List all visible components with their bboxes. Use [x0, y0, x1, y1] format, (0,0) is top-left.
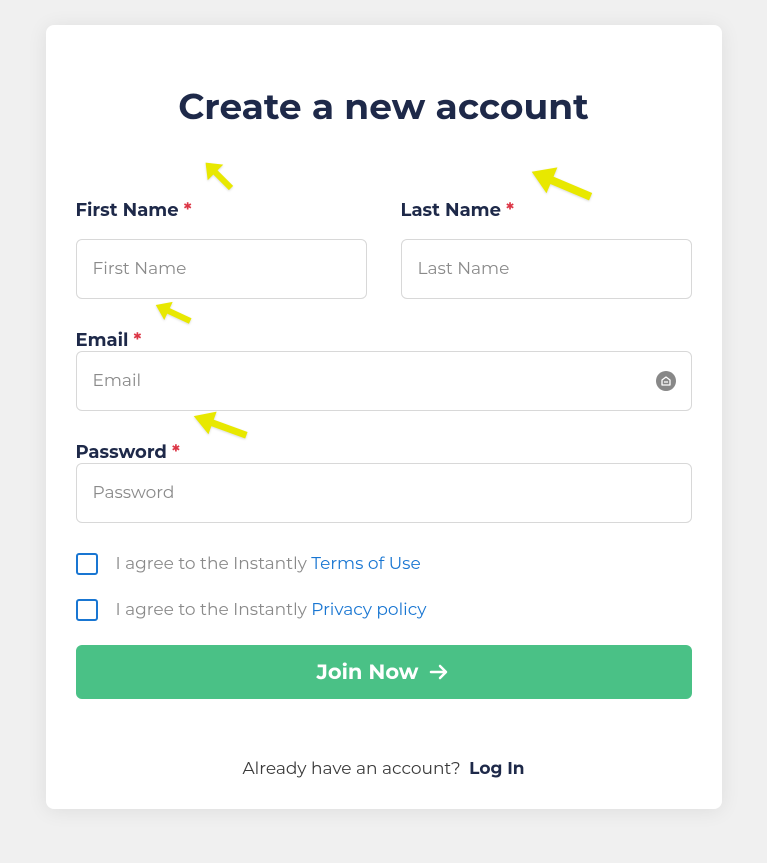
terms-checkbox-row: I agree to the Instantly Terms of Use	[76, 553, 692, 575]
last-name-label: Last Name *	[401, 199, 692, 221]
required-asterisk: *	[506, 199, 514, 221]
page-title: Create a new account	[76, 85, 692, 129]
required-asterisk: *	[172, 441, 180, 463]
privacy-text: I agree to the Instantly Privacy policy	[116, 600, 427, 620]
privacy-checkbox[interactable]	[76, 599, 98, 621]
terms-checkbox[interactable]	[76, 553, 98, 575]
footer: Already have an account? Log In	[76, 759, 692, 779]
signup-card: Create a new account First Name *	[46, 25, 722, 809]
privacy-link[interactable]: Privacy policy	[311, 600, 426, 620]
required-asterisk: *	[184, 199, 192, 221]
annotation-arrow-icon	[194, 151, 244, 201]
privacy-checkbox-row: I agree to the Instantly Privacy policy	[76, 599, 692, 621]
last-name-input[interactable]	[401, 239, 692, 299]
first-name-label: First Name *	[76, 199, 367, 221]
required-asterisk: *	[134, 329, 142, 351]
login-link[interactable]: Log In	[469, 759, 524, 779]
join-now-button[interactable]: Join Now	[76, 645, 692, 699]
email-label: Email *	[76, 329, 142, 351]
autofill-icon	[656, 371, 676, 391]
arrow-right-icon	[428, 661, 450, 683]
first-name-field: First Name *	[76, 199, 367, 299]
last-name-field: Last Name *	[401, 199, 692, 299]
terms-link[interactable]: Terms of Use	[311, 554, 420, 574]
email-field: Email *	[76, 329, 692, 411]
password-label: Password *	[76, 441, 180, 463]
password-field: Password *	[76, 441, 692, 523]
password-input[interactable]	[76, 463, 692, 523]
terms-text: I agree to the Instantly Terms of Use	[116, 554, 421, 574]
email-input[interactable]	[76, 351, 692, 411]
email-input-wrap	[76, 351, 692, 411]
first-name-input[interactable]	[76, 239, 367, 299]
name-row: First Name * Last Name *	[76, 199, 692, 299]
